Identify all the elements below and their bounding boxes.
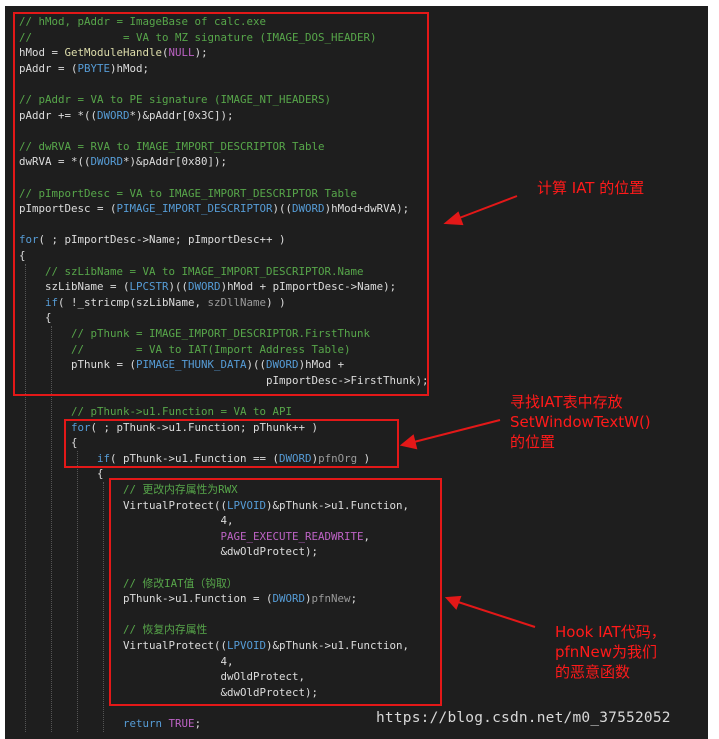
code-line: { — [19, 466, 104, 481]
annotation-hook-iat: Hook IAT代码， pfnNew为我们 的恶意函数 — [555, 622, 666, 682]
code-token: TRUE — [168, 717, 195, 730]
annotation-hook-iat-line-1: Hook IAT代码， — [555, 623, 666, 641]
annotation-hook-iat-line-3: 的恶意函数 — [555, 663, 631, 681]
indent-guide — [103, 482, 104, 732]
highlight-box-calc-iat — [13, 12, 429, 396]
annotation-find-iat: 寻找IAT表中存放 SetWindowTextW() 的位置 — [510, 392, 651, 452]
highlight-box-hook-iat — [109, 478, 442, 706]
code-token: // pThunk->u1.Function = VA to API — [71, 405, 293, 418]
annotation-find-iat-line-2: SetWindowTextW() — [510, 413, 651, 431]
highlight-box-find-iat — [64, 419, 399, 468]
annotation-find-iat-line-1: 寻找IAT表中存放 — [510, 393, 623, 411]
code-token: { — [19, 467, 104, 481]
annotation-calc-iat: 计算 IAT 的位置 — [537, 178, 644, 198]
annotation-hook-iat-line-2: pfnNew为我们 — [555, 643, 658, 661]
annotation-find-iat-line-3: 的位置 — [510, 433, 556, 451]
annotation-calc-iat-line: 计算 IAT 的位置 — [537, 179, 645, 197]
code-token: ; — [194, 717, 202, 730]
watermark: https://blog.csdn.net/m0_37552052 — [376, 710, 671, 726]
code-token: return — [123, 717, 163, 730]
code-line: return TRUE; — [19, 716, 201, 731]
indent-guide — [77, 450, 78, 732]
code-line: // pThunk->u1.Function = VA to API — [19, 404, 292, 419]
